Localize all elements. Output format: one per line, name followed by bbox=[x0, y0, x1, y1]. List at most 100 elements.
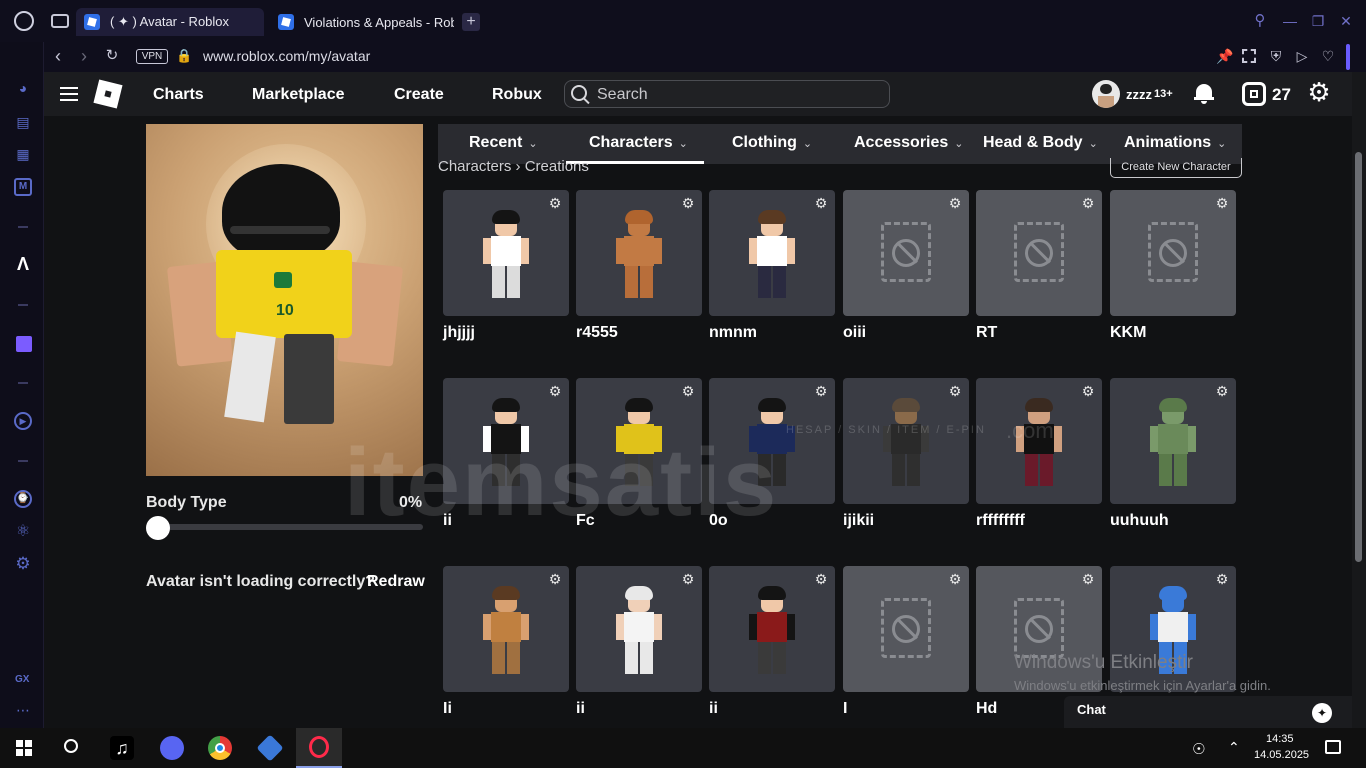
card-settings-gear-icon[interactable]: ⚙ bbox=[1080, 195, 1096, 211]
nav-create[interactable]: Create bbox=[394, 86, 444, 104]
tab-accessories[interactable]: Accessories ⌄ bbox=[854, 134, 964, 152]
breadcrumb-characters[interactable]: Characters bbox=[438, 158, 511, 175]
character-card[interactable]: ⚙ bbox=[443, 566, 569, 692]
url-text[interactable]: www.roblox.com/my/avatar bbox=[203, 48, 370, 64]
maximize-icon[interactable]: ❐ bbox=[1310, 13, 1326, 29]
clock-date[interactable]: 14.05.2025 bbox=[1254, 749, 1309, 761]
chrome-icon[interactable] bbox=[208, 736, 232, 760]
history-icon[interactable]: ⌚ bbox=[14, 490, 32, 508]
player-icon[interactable]: ▶ bbox=[14, 412, 32, 430]
character-name[interactable]: rffffffff bbox=[976, 512, 1025, 530]
pin-icon[interactable]: 📌 bbox=[1216, 48, 1233, 64]
character-card[interactable]: ⚙ bbox=[843, 566, 969, 692]
character-name[interactable]: nmnm bbox=[709, 324, 757, 342]
snapshot-icon[interactable] bbox=[1242, 49, 1256, 63]
heart-icon[interactable]: ♡ bbox=[1320, 48, 1336, 64]
tab-manager-icon[interactable] bbox=[51, 14, 69, 28]
taskbar-search-icon[interactable] bbox=[64, 739, 78, 753]
tab-avatar-roblox[interactable]: ( ✦ ) Avatar - Roblox bbox=[76, 8, 264, 36]
chat-new-icon[interactable]: ✦ bbox=[1312, 703, 1332, 723]
back-icon[interactable]: ‹ bbox=[50, 47, 66, 65]
username[interactable]: zzzz bbox=[1126, 87, 1152, 102]
tab-characters[interactable]: Characters ⌄ bbox=[589, 134, 688, 152]
tiktok-icon[interactable]: ♫ bbox=[110, 736, 134, 760]
body-type-slider-track[interactable] bbox=[146, 524, 423, 530]
card-settings-gear-icon[interactable]: ⚙ bbox=[1214, 195, 1230, 211]
character-card[interactable]: ⚙ bbox=[709, 190, 835, 316]
close-icon[interactable]: ✕ bbox=[1338, 13, 1354, 29]
reload-icon[interactable]: ↻ bbox=[104, 48, 120, 64]
new-tab-button[interactable]: + bbox=[462, 13, 480, 31]
discord-icon[interactable] bbox=[160, 736, 184, 760]
chat-panel[interactable]: Chat ✦ bbox=[1064, 696, 1352, 728]
card-settings-gear-icon[interactable]: ⚙ bbox=[947, 571, 963, 587]
nav-marketplace[interactable]: Marketplace bbox=[252, 86, 345, 104]
card-settings-gear-icon[interactable]: ⚙ bbox=[947, 195, 963, 211]
extensions-icon[interactable]: ⚛ bbox=[14, 524, 32, 542]
redraw-link[interactable]: Redraw bbox=[367, 573, 425, 591]
character-card[interactable]: ⚙ bbox=[576, 378, 702, 504]
character-name[interactable]: Hd bbox=[976, 700, 997, 718]
card-settings-gear-icon[interactable]: ⚙ bbox=[1214, 571, 1230, 587]
card-settings-gear-icon[interactable]: ⚙ bbox=[680, 571, 696, 587]
character-card[interactable]: ⚙ bbox=[1110, 378, 1236, 504]
character-name[interactable]: Fc bbox=[576, 512, 595, 530]
twitch-icon[interactable] bbox=[16, 336, 32, 352]
aria-icon[interactable]: Λ bbox=[14, 255, 32, 274]
card-settings-gear-icon[interactable]: ⚙ bbox=[947, 383, 963, 399]
tab-recent[interactable]: Recent ⌄ bbox=[469, 134, 538, 152]
card-settings-gear-icon[interactable]: ⚙ bbox=[547, 571, 563, 587]
character-name[interactable]: uuhuuh bbox=[1110, 512, 1169, 530]
character-card[interactable]: ⚙ bbox=[443, 378, 569, 504]
character-name[interactable]: r4555 bbox=[576, 324, 618, 342]
notifications-bell-icon[interactable] bbox=[1194, 82, 1214, 104]
hamburger-menu-icon[interactable] bbox=[60, 87, 78, 101]
notifications-icon[interactable] bbox=[1325, 740, 1341, 754]
create-new-character-button[interactable]: Create New Character bbox=[1110, 158, 1242, 178]
character-name[interactable]: I bbox=[843, 700, 847, 718]
character-name[interactable]: ijikii bbox=[843, 512, 874, 530]
character-name[interactable]: 0o bbox=[709, 512, 728, 530]
card-settings-gear-icon[interactable]: ⚙ bbox=[1214, 383, 1230, 399]
card-settings-gear-icon[interactable]: ⚙ bbox=[680, 383, 696, 399]
nav-robux[interactable]: Robux bbox=[492, 86, 542, 104]
card-settings-gear-icon[interactable]: ⚙ bbox=[1080, 383, 1096, 399]
opera-gx-taskbar-button[interactable] bbox=[296, 728, 342, 768]
extension-bar-icon[interactable] bbox=[1346, 44, 1350, 70]
play-icon[interactable]: ▷ bbox=[1294, 48, 1310, 64]
page-scrollbar-thumb[interactable] bbox=[1355, 152, 1362, 562]
avatar[interactable] bbox=[1092, 80, 1120, 108]
search-input[interactable]: Search bbox=[564, 80, 890, 108]
character-name[interactable]: oiii bbox=[843, 324, 866, 342]
card-settings-gear-icon[interactable]: ⚙ bbox=[813, 571, 829, 587]
character-card[interactable]: ⚙ bbox=[709, 566, 835, 692]
card-settings-gear-icon[interactable]: ⚙ bbox=[547, 195, 563, 211]
card-settings-gear-icon[interactable]: ⚙ bbox=[1080, 571, 1096, 587]
character-card[interactable]: ⚙ bbox=[709, 378, 835, 504]
app-icon[interactable] bbox=[256, 734, 284, 762]
tab-animations[interactable]: Animations ⌄ bbox=[1124, 134, 1226, 152]
shield-icon[interactable]: ⛨ bbox=[1268, 48, 1284, 64]
tab-violations-appeals[interactable]: Violations & Appeals - Rob bbox=[270, 8, 454, 36]
body-type-slider-thumb[interactable] bbox=[146, 516, 170, 540]
robux-icon[interactable] bbox=[1242, 82, 1266, 106]
minimize-icon[interactable]: — bbox=[1282, 13, 1298, 29]
tray-chevron-up-icon[interactable]: ⌃ bbox=[1228, 739, 1240, 756]
nav-charts[interactable]: Charts bbox=[153, 86, 204, 104]
character-card[interactable]: ⚙ bbox=[443, 190, 569, 316]
gx-control-icon[interactable]: ▤ bbox=[14, 114, 32, 132]
clock-time[interactable]: 14:35 bbox=[1266, 733, 1294, 745]
card-settings-gear-icon[interactable]: ⚙ bbox=[813, 195, 829, 211]
search-tabs-icon[interactable]: ⚲ bbox=[1252, 13, 1268, 29]
character-card[interactable]: ⚙ bbox=[576, 190, 702, 316]
vpn-badge[interactable]: VPN bbox=[136, 49, 168, 64]
windows-start-icon[interactable] bbox=[16, 740, 32, 756]
character-card[interactable]: ⚙ bbox=[576, 566, 702, 692]
character-name[interactable]: ii bbox=[709, 700, 718, 718]
roblox-logo-icon[interactable] bbox=[93, 79, 123, 109]
robux-count[interactable]: 27 bbox=[1272, 85, 1291, 105]
settings-gear-icon[interactable]: ⚙ bbox=[1306, 79, 1332, 105]
card-settings-gear-icon[interactable]: ⚙ bbox=[680, 195, 696, 211]
opera-gx-logo-icon[interactable] bbox=[14, 11, 34, 31]
gx-corner-icon[interactable]: ▦ bbox=[14, 146, 32, 164]
